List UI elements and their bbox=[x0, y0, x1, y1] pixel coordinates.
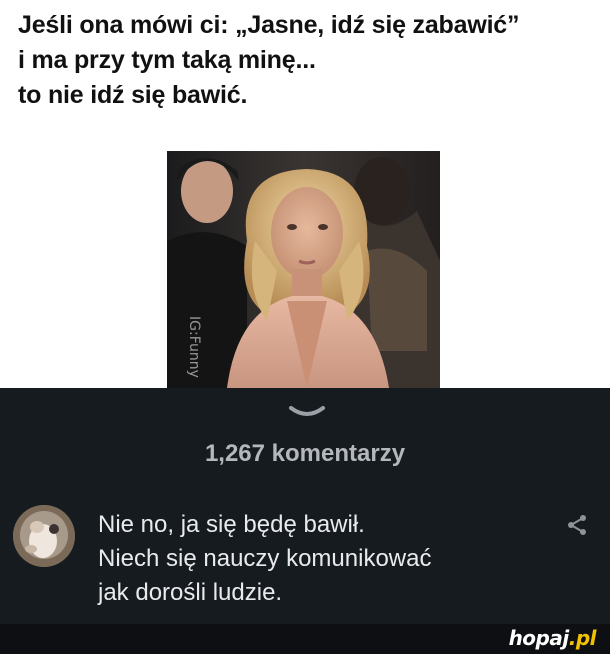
comment-line-2: Niech się nauczy komunikować bbox=[98, 545, 432, 572]
caption-line-2: i ma przy tym taką minę... bbox=[18, 46, 316, 74]
caption-line-3: to nie idź się bawić. bbox=[18, 81, 248, 109]
brand-tld: .pl bbox=[568, 626, 597, 650]
brand-name: hopaj bbox=[508, 626, 570, 650]
caption-line-1: Jeśli ona mówi ci: „Jasne, idź się zabaw… bbox=[18, 11, 520, 39]
share-icon[interactable] bbox=[566, 514, 588, 536]
avatar[interactable] bbox=[13, 505, 75, 567]
comment-item: Nie no, ja się będę bawił. Niech się nau… bbox=[98, 508, 538, 610]
comment-line-3: jak dorośli ludzie. bbox=[98, 579, 283, 606]
comments-count[interactable]: 1,267 komentarzy bbox=[0, 440, 610, 468]
footer-bar: hopaj.pl bbox=[0, 624, 610, 654]
chevron-down-icon[interactable] bbox=[287, 402, 327, 422]
comment-line-1: Nie no, ja się będę bawił. bbox=[98, 511, 365, 538]
meme-panel: Jeśli ona mówi ci: „Jasne, idź się zabaw… bbox=[0, 0, 610, 388]
brand-logo[interactable]: hopaj.pl bbox=[508, 626, 597, 650]
meme-caption: Jeśli ona mówi ci: „Jasne, idź się zabaw… bbox=[18, 8, 598, 113]
meme-photo bbox=[167, 151, 440, 388]
photo-watermark: IG:Funny bbox=[186, 316, 202, 378]
